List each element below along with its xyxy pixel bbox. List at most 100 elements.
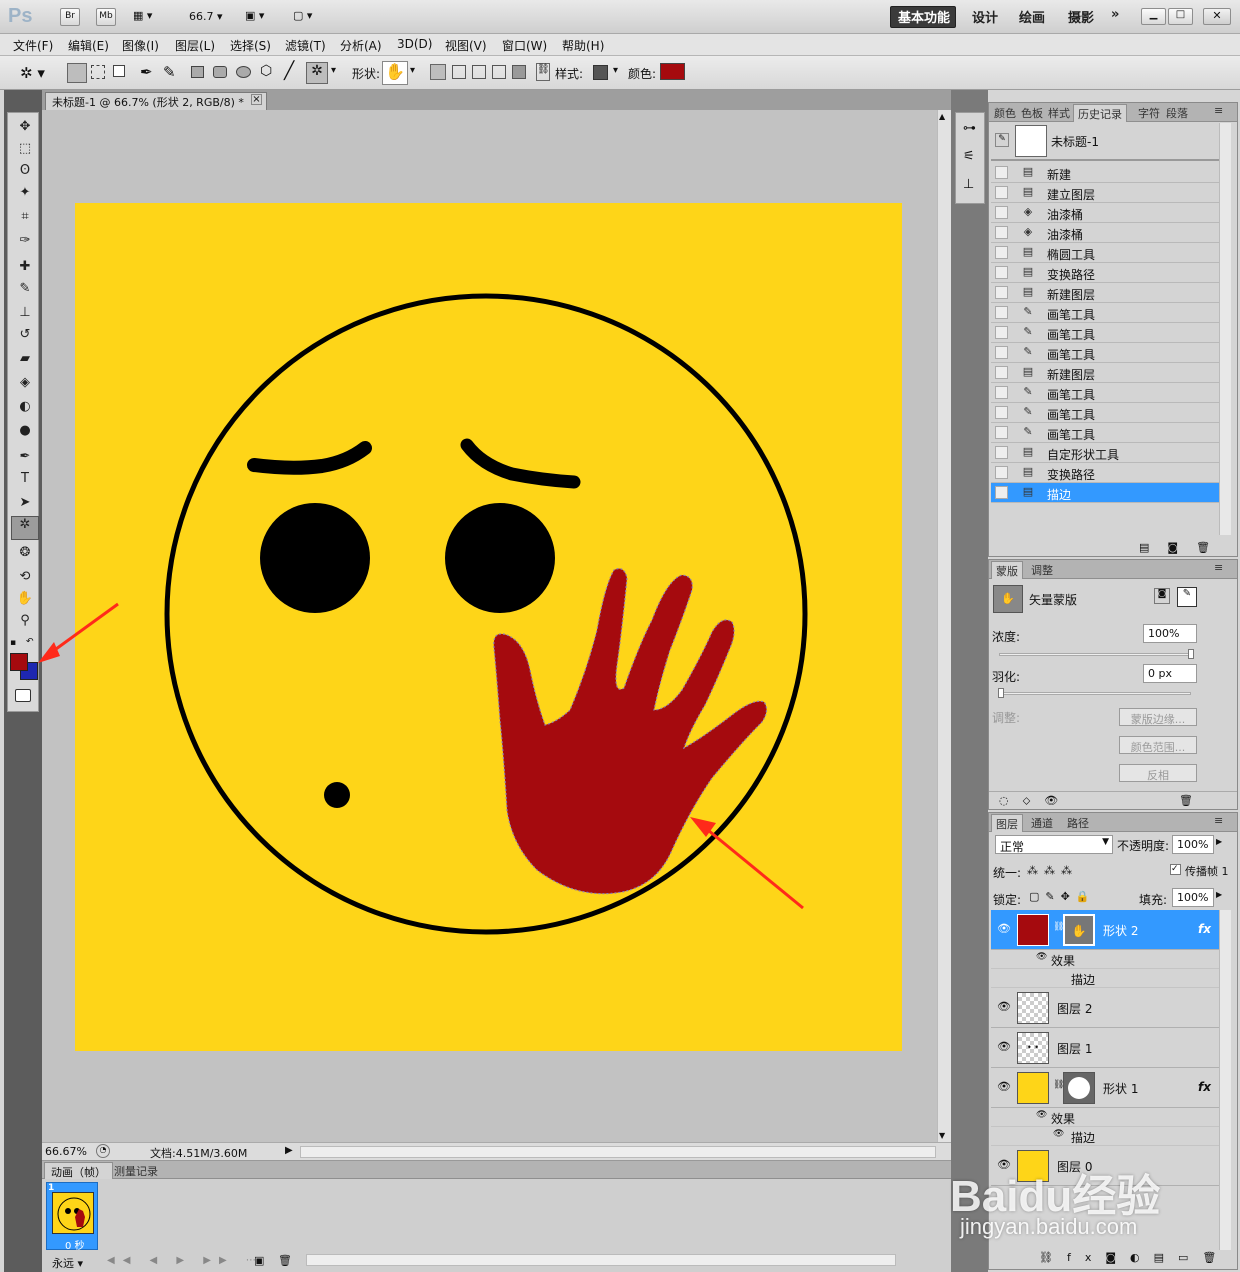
menu-image[interactable]: 图像(I) xyxy=(122,37,159,54)
history-item[interactable]: ✎ 画笔工具 xyxy=(991,343,1219,363)
workspace-painting[interactable]: 绘画 xyxy=(1019,7,1045,26)
close-button[interactable]: ✕ xyxy=(1203,8,1231,25)
tab-color[interactable]: 颜色 xyxy=(994,105,1016,121)
opacity-field[interactable]: 100% xyxy=(1172,835,1214,854)
menu-3d[interactable]: 3D(D) xyxy=(397,37,432,51)
canvas-area[interactable] xyxy=(42,110,951,1142)
invert-button[interactable]: 反相 xyxy=(1119,764,1197,782)
tab-swatches[interactable]: 色板 xyxy=(1021,105,1043,121)
layer-effects-row[interactable]: 👁 效果 xyxy=(991,950,1219,969)
paint-bucket-tool-icon[interactable]: ◈ xyxy=(12,375,38,395)
history-source-checkbox[interactable] xyxy=(995,286,1008,299)
pixel-mask-icon[interactable]: ◙ xyxy=(1154,588,1170,604)
brush-presets-icon[interactable]: ⚟ xyxy=(963,149,975,164)
loop-options[interactable]: 永远 ▾ xyxy=(52,1255,83,1271)
menu-select[interactable]: 选择(S) xyxy=(230,37,271,54)
history-footer-buttons[interactable]: ▤◙🗑 xyxy=(1139,541,1228,554)
history-item[interactable]: ▤ 变换路径 xyxy=(991,463,1219,483)
history-item[interactable]: ▤ 描边 xyxy=(991,483,1219,503)
vector-mask-icon[interactable]: ✎ xyxy=(1177,587,1197,607)
density-field[interactable]: 100% xyxy=(1143,624,1197,643)
workspace-essentials[interactable]: 基本功能 xyxy=(898,7,950,26)
snapshot-brush-source-icon[interactable]: ✎ xyxy=(995,133,1009,147)
view-extras-button[interactable]: ▦ ▾ xyxy=(133,9,163,25)
freeform-pen-option[interactable]: ✎ xyxy=(163,63,176,81)
menu-file[interactable]: 文件(F) xyxy=(13,37,53,54)
unify-buttons[interactable]: ⁂⁂⁂ xyxy=(1027,864,1078,877)
line-option[interactable]: ╱ xyxy=(284,61,294,81)
fx-icon[interactable]: fx xyxy=(1198,922,1211,936)
menu-layer[interactable]: 图层(L) xyxy=(175,37,215,54)
blur-tool-icon[interactable]: ◐ xyxy=(12,399,38,419)
pen-tool-option[interactable]: ✒ xyxy=(140,63,153,81)
workspace-photography[interactable]: 摄影 xyxy=(1068,7,1094,26)
eyedropper-tool-icon[interactable]: ✑ xyxy=(12,233,38,253)
arrange-documents-button[interactable]: ▣ ▾ xyxy=(245,9,277,25)
status-menu-arrow[interactable]: ▶ xyxy=(285,1145,293,1156)
menu-analysis[interactable]: 分析(A) xyxy=(340,37,382,54)
mini-bridge-button[interactable]: Mb xyxy=(96,8,116,26)
shape-layers-mode-button[interactable] xyxy=(67,63,87,83)
artwork-canvas[interactable] xyxy=(42,110,937,1142)
swap-colors-icon[interactable]: ↶ xyxy=(26,637,34,647)
maximize-button[interactable]: □ xyxy=(1168,8,1193,25)
history-item[interactable]: ▤ 建立图层 xyxy=(991,183,1219,203)
paths-mode-button[interactable] xyxy=(91,65,105,79)
hand-tool-icon[interactable]: ✋ xyxy=(12,591,38,611)
visibility-eye-icon[interactable]: 👁 xyxy=(997,922,1011,935)
tab-masks[interactable]: 蒙版 xyxy=(991,561,1023,579)
3d-orbit-tool-icon[interactable]: ⟲ xyxy=(12,569,38,589)
tab-history[interactable]: 历史记录 xyxy=(1073,104,1127,122)
shape-color-swatch[interactable] xyxy=(660,63,685,80)
history-source-checkbox[interactable] xyxy=(995,466,1008,479)
layer-row-shape1[interactable]: 👁 ⛓ 形状 1 fx xyxy=(991,1068,1219,1108)
workspace-more[interactable]: » xyxy=(1111,7,1119,22)
link-style-button[interactable]: ⛓ xyxy=(536,63,550,81)
frame-delay[interactable]: 0 秒 xyxy=(65,1237,85,1252)
color-range-button[interactable]: 颜色范围... xyxy=(1119,736,1197,754)
foreground-color-swatch[interactable] xyxy=(10,653,28,671)
duplicate-frame-icon[interactable]: ▣ xyxy=(254,1254,264,1267)
clone-stamp-tool-icon[interactable]: ⊥ xyxy=(12,305,38,325)
history-source-checkbox[interactable] xyxy=(995,266,1008,279)
layers-scrollbar[interactable] xyxy=(1219,910,1231,1250)
polygon-option[interactable]: ⬡ xyxy=(260,63,272,79)
visibility-eye-icon[interactable]: 👁 xyxy=(997,1080,1011,1093)
history-item[interactable]: ✎ 画笔工具 xyxy=(991,383,1219,403)
history-source-checkbox[interactable] xyxy=(995,426,1008,439)
ellipse-option[interactable] xyxy=(236,66,251,78)
history-item[interactable]: ✎ 画笔工具 xyxy=(991,423,1219,443)
history-source-checkbox[interactable] xyxy=(995,186,1008,199)
visibility-eye-icon[interactable]: 👁 xyxy=(997,1040,1011,1053)
history-source-checkbox[interactable] xyxy=(995,446,1008,459)
animation-frame[interactable]: 1 0 秒 xyxy=(46,1182,98,1252)
history-source-checkbox[interactable] xyxy=(995,166,1008,179)
brush-tool-icon[interactable]: ✎ xyxy=(12,281,38,301)
fill-field[interactable]: 100% xyxy=(1172,888,1214,907)
history-item[interactable]: ▤ 椭圆工具 xyxy=(991,243,1219,263)
history-source-checkbox[interactable] xyxy=(995,346,1008,359)
layer-row-layer1[interactable]: 👁 • • 图层 1 xyxy=(991,1028,1219,1068)
path-selection-tool-icon[interactable]: ➤ xyxy=(12,495,38,515)
layer-stroke-effect[interactable]: 描边 xyxy=(991,969,1219,988)
history-source-checkbox[interactable] xyxy=(995,366,1008,379)
bridge-button[interactable]: Br xyxy=(60,8,80,26)
horizontal-scrollbar[interactable] xyxy=(300,1146,936,1158)
history-scrollbar[interactable] xyxy=(1219,123,1231,535)
quick-selection-tool-icon[interactable]: ✦ xyxy=(12,185,38,205)
menu-view[interactable]: 视图(V) xyxy=(445,37,487,54)
subtract-shape-area-button[interactable] xyxy=(472,65,486,79)
history-item[interactable]: ✎ 画笔工具 xyxy=(991,403,1219,423)
eraser-tool-icon[interactable]: ▰ xyxy=(12,351,38,371)
crop-tool-icon[interactable]: ⌗ xyxy=(12,209,38,229)
zoom-level-combo[interactable]: 66.7 ▾ xyxy=(189,10,234,26)
layer-row-layer2[interactable]: 👁 图层 2 xyxy=(991,988,1219,1028)
tab-channels[interactable]: 通道 xyxy=(1031,815,1053,831)
history-brush-tool-icon[interactable]: ↺ xyxy=(12,327,38,347)
screen-mode-button[interactable]: ▢ ▾ xyxy=(293,9,325,25)
history-source-checkbox[interactable] xyxy=(995,306,1008,319)
history-item[interactable]: ▤ 新建 xyxy=(991,163,1219,183)
3d-rotate-tool-icon[interactable]: ❂ xyxy=(12,545,38,565)
layer-row-shape2[interactable]: 👁 ⛓ ✋ 形状 2 fx xyxy=(991,910,1219,950)
status-info-icon[interactable]: ◔ xyxy=(96,1144,110,1158)
